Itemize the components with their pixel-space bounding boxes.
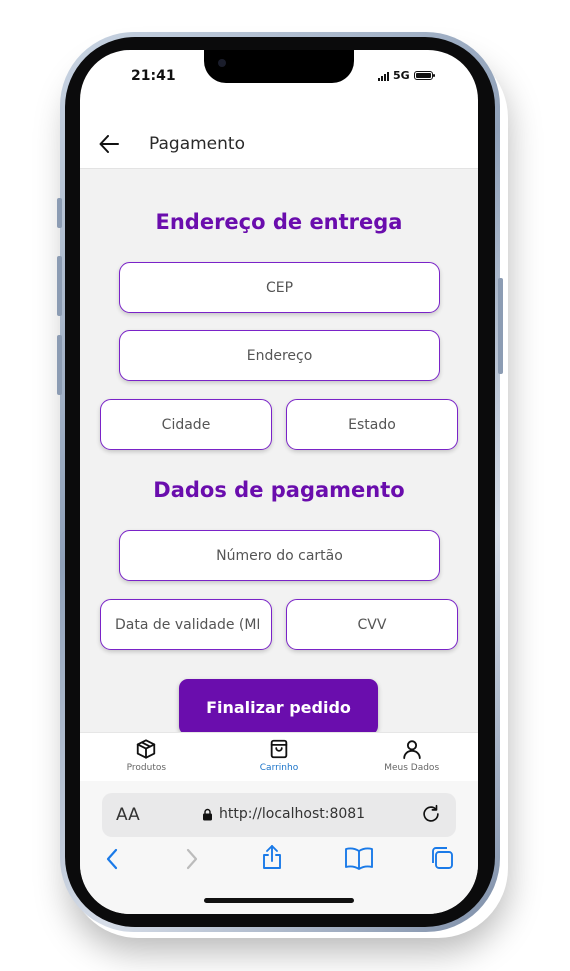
status-time: 21:41 <box>131 68 176 84</box>
network-type: 5G <box>393 69 410 82</box>
signal-icon <box>378 71 389 81</box>
front-camera <box>218 59 226 67</box>
tab-label: Meus Dados <box>384 763 440 773</box>
volume-up-button <box>57 256 62 316</box>
back-nav-icon[interactable] <box>105 847 119 871</box>
shipping-section-title: Endereço de entrega <box>155 210 403 234</box>
bookmarks-icon[interactable] <box>344 845 374 871</box>
power-button <box>498 278 503 374</box>
tab-label: Produtos <box>126 763 167 773</box>
status-indicators: 5G <box>378 69 435 82</box>
cep-input[interactable] <box>119 262 440 313</box>
finalize-order-button[interactable]: Finalizar pedido <box>179 679 378 735</box>
browser-toolbar: AA http://localhost:8081 <box>80 781 478 914</box>
app-header: Pagamento <box>80 120 478 169</box>
battery-icon <box>413 71 435 80</box>
url-display[interactable]: http://localhost:8081 <box>202 806 365 822</box>
notch <box>204 50 354 83</box>
state-input[interactable] <box>286 399 458 450</box>
expiry-date-input[interactable] <box>100 599 272 650</box>
tabs-icon[interactable] <box>429 845 455 871</box>
url-text: http://localhost:8081 <box>219 806 366 822</box>
tab-carrinho[interactable]: Carrinho <box>213 733 346 782</box>
home-indicator <box>204 898 354 903</box>
card-number-input[interactable] <box>119 530 440 581</box>
user-icon <box>402 740 421 760</box>
shopping-bag-icon <box>270 739 288 759</box>
city-input[interactable] <box>100 399 272 450</box>
phone-screen: 21:41 5G Pagamento Endereço de entrega D… <box>80 50 478 914</box>
side-button <box>57 198 62 228</box>
box-icon <box>137 739 156 759</box>
tab-meus-dados[interactable]: Meus Dados <box>345 733 478 782</box>
arrow-left-icon <box>99 135 119 153</box>
address-input[interactable] <box>119 330 440 381</box>
tab-produtos[interactable]: Produtos <box>80 733 213 782</box>
bottom-tab-bar: Produtos Carrinho Meus Dados <box>80 732 478 782</box>
volume-down-button <box>57 335 62 395</box>
tab-label: Carrinho <box>259 763 299 773</box>
cvv-input[interactable] <box>286 599 458 650</box>
payment-section-title: Dados de pagamento <box>153 478 405 502</box>
address-bar[interactable]: AA http://localhost:8081 <box>102 793 456 837</box>
checkout-form: Endereço de entrega Dados de pagamento F… <box>80 169 478 735</box>
reload-icon[interactable] <box>420 803 442 825</box>
share-icon[interactable] <box>260 843 284 871</box>
back-button[interactable] <box>94 129 124 159</box>
lock-icon <box>203 808 212 820</box>
page-title: Pagamento <box>149 134 245 154</box>
text-size-button[interactable]: AA <box>116 805 140 825</box>
forward-nav-icon[interactable] <box>185 847 199 871</box>
